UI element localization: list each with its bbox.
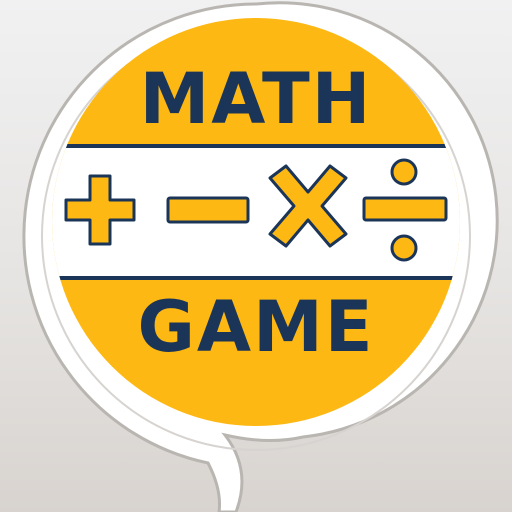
app-logo-badge[interactable]: MATH GAME — [52, 18, 460, 426]
plus-icon — [64, 174, 136, 246]
operators-row — [64, 158, 448, 262]
minus-icon — [166, 196, 250, 224]
operators-band — [52, 144, 460, 280]
logo-title-game: GAME — [137, 286, 375, 368]
multiply-icon — [268, 164, 348, 248]
divide-icon — [362, 158, 448, 262]
logo-title-math: MATH — [139, 58, 373, 140]
